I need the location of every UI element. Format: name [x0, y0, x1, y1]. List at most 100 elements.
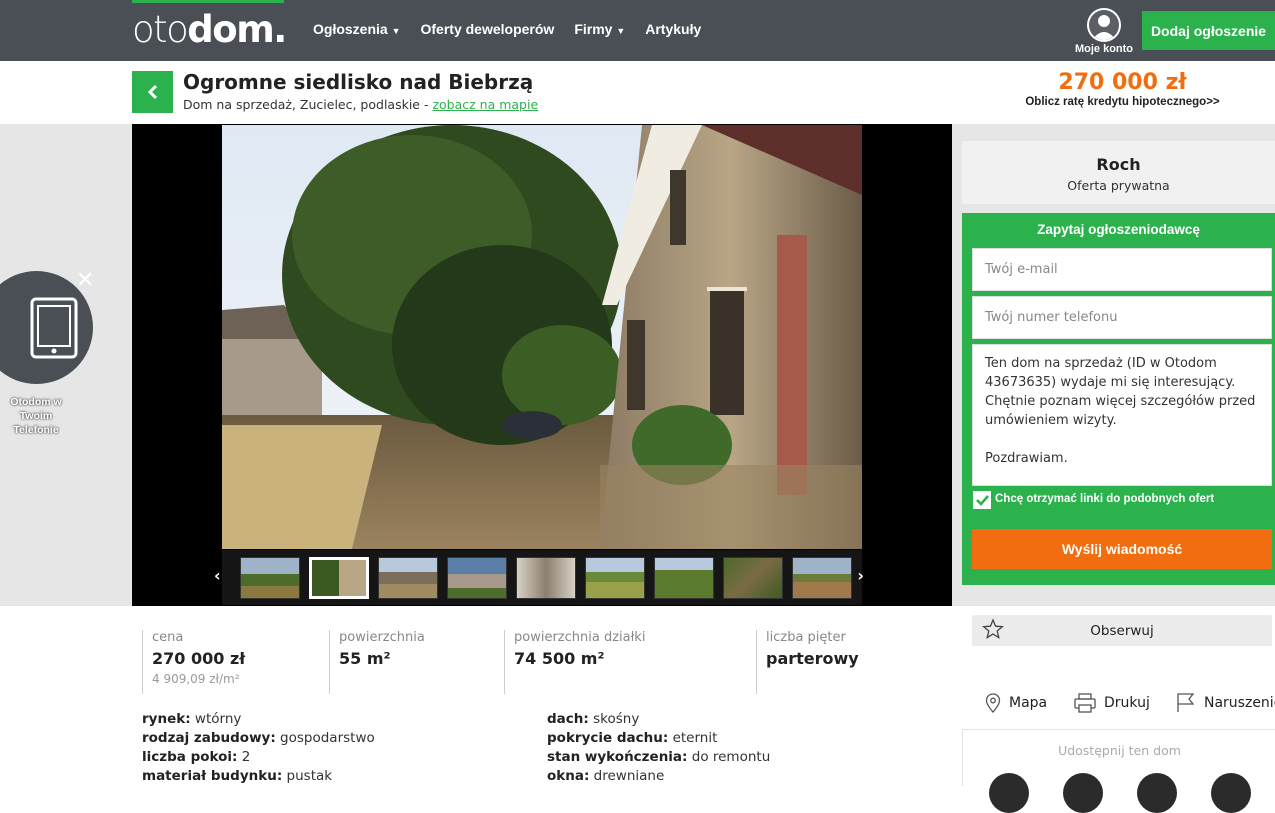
subtitle-text: Dom na sprzedaż, Zucielec, podlaskie -	[183, 97, 433, 112]
detail-key: dach:	[547, 711, 589, 727]
nav-menu: Ogłoszenia ▼ Oferty deweloperów Firmy ▼ …	[313, 21, 701, 37]
print-action[interactable]: Drukuj	[1074, 693, 1150, 713]
mortgage-calc-link[interactable]: Oblicz ratę kredytu hipotecznego>>	[1000, 96, 1245, 108]
listing-subtitle: Dom na sprzedaż, Zucielec, podlaskie - z…	[183, 97, 538, 112]
send-message-button[interactable]: Wyślij wiadomość	[972, 529, 1272, 569]
detail-value: wtórny	[194, 711, 242, 727]
map-link[interactable]: zobacz na mapie	[432, 97, 538, 112]
thumbnail-list	[240, 557, 852, 599]
print-action-label: Drukuj	[1104, 695, 1150, 711]
stat-value: 270 000 zł	[152, 649, 246, 668]
thumbnail-active[interactable]	[309, 557, 369, 599]
detail-key: rynek:	[142, 711, 191, 727]
logo-text-bold: dom.	[187, 8, 287, 51]
detail-key: pokrycie dachu:	[547, 730, 669, 746]
checkbox-label: Chcę otrzymać linki do podobnych ofert	[995, 493, 1215, 505]
detail-row: rynek: wtórny	[142, 710, 375, 729]
facebook-icon[interactable]	[1063, 773, 1103, 813]
detail-row: liczba pokoi: 2	[142, 748, 375, 767]
detail-value: skośny	[593, 711, 640, 727]
nav-accent-bar	[132, 0, 284, 3]
page-title: Ogromne siedlisko nad Biebrzą	[183, 70, 534, 94]
detail-row: okna: drewniane	[547, 767, 770, 786]
chevron-right-icon[interactable]: ›	[857, 566, 864, 585]
detail-value: gospodarstwo	[280, 730, 375, 746]
observe-button[interactable]: Obserwuj	[972, 615, 1272, 646]
stat-plot-area: powierzchnia działki 74 500 m²	[504, 630, 754, 694]
phone-field[interactable]: Twój numer telefonu	[972, 296, 1272, 339]
seller-card: Roch Oferta prywatna	[962, 141, 1275, 204]
listing-price: 270 000 zł	[1058, 70, 1187, 95]
detail-row: rodzaj zabudowy: gospodarstwo	[142, 729, 375, 748]
stat-label: liczba pięter	[766, 630, 846, 645]
share-box: Udostępnij ten dom	[962, 729, 1275, 813]
stat-area: powierzchnia 55 m²	[329, 630, 499, 694]
nav-item-label: Ogłoszenia	[313, 21, 388, 37]
message-textarea[interactable]: Ten dom na sprzedaż (ID w Otodom 4367363…	[972, 344, 1272, 486]
detail-row: dach: skośny	[547, 710, 770, 729]
seller-type: Oferta prywatna	[1067, 178, 1170, 193]
thumbnail[interactable]	[516, 557, 576, 599]
detail-key: rodzaj zabudowy:	[142, 730, 276, 746]
thumbnail-strip: ‹ ›	[214, 550, 864, 605]
otodom-logo[interactable]: otodom.	[132, 8, 287, 51]
house-photo-image	[222, 125, 862, 549]
thumbnail[interactable]	[654, 557, 714, 599]
thumbnail[interactable]	[792, 557, 852, 599]
detail-key: okna:	[547, 768, 590, 784]
report-action[interactable]: Naruszenie	[1176, 693, 1275, 713]
details-left: rynek: wtórny rodzaj zabudowy: gospodars…	[142, 710, 375, 786]
contact-form: Zapytaj ogłoszeniodawcę Twój e-mail Twój…	[962, 213, 1275, 585]
tablet-icon	[30, 297, 77, 358]
share-title: Udostępnij ten dom	[1058, 743, 1181, 758]
map-pin-icon	[985, 693, 1001, 713]
thumbnail[interactable]	[378, 557, 438, 599]
photo-gallery: ‹ ›	[132, 124, 952, 606]
detail-value: drewniane	[593, 768, 665, 784]
stat-price: cena 270 000 zł 4 909,09 zł/m²	[142, 630, 322, 694]
back-button[interactable]	[132, 71, 173, 113]
main-photo[interactable]	[222, 125, 862, 549]
nav-item-artykuly[interactable]: Artykuły	[645, 21, 701, 37]
close-icon[interactable]: ✕	[76, 268, 94, 293]
detail-key: stan wykończenia:	[547, 749, 688, 765]
thumbnail[interactable]	[723, 557, 783, 599]
email-share-icon[interactable]	[1211, 773, 1251, 813]
thumbnail[interactable]	[240, 557, 300, 599]
account-label: Moje konto	[1074, 43, 1134, 55]
thumbnail[interactable]	[585, 557, 645, 599]
add-listing-button[interactable]: Dodaj ogłoszenie	[1142, 11, 1275, 50]
nav-item-ogloszenia[interactable]: Ogłoszenia ▼	[313, 21, 401, 37]
stat-value: parterowy	[766, 649, 859, 668]
detail-row: pokrycie dachu: eternit	[547, 729, 770, 748]
email-field[interactable]: Twój e-mail	[972, 248, 1272, 291]
account-menu[interactable]: Moje konto	[1068, 8, 1140, 55]
chevron-left-icon	[147, 84, 157, 100]
observe-label: Obserwuj	[1090, 623, 1154, 639]
promo-text: Otodom w Twoim Telefonie	[10, 396, 62, 436]
checkmark-icon	[975, 494, 989, 506]
map-action[interactable]: Mapa	[985, 693, 1047, 713]
google-plus-icon[interactable]	[1137, 773, 1177, 813]
contact-form-title: Zapytaj ogłoszeniodawcę	[1037, 222, 1200, 237]
nav-item-firmy[interactable]: Firmy ▼	[574, 21, 625, 37]
similar-offers-checkbox[interactable]	[973, 491, 991, 509]
detail-value: 2	[241, 749, 251, 765]
thumbnail[interactable]	[447, 557, 507, 599]
user-avatar-icon	[1087, 8, 1121, 42]
detail-key: liczba pokoi:	[142, 749, 238, 765]
printer-icon	[1074, 693, 1096, 713]
caret-down-icon: ▼	[391, 26, 401, 36]
stat-sub: 4 909,09 zł/m²	[152, 672, 240, 686]
detail-row: materiał budynku: pustak	[142, 767, 375, 786]
twitter-icon[interactable]	[989, 773, 1029, 813]
detail-value: do remontu	[691, 749, 771, 765]
stat-floors: liczba pięter parterowy	[756, 630, 946, 694]
stat-value: 74 500 m²	[514, 649, 605, 668]
map-action-label: Mapa	[1009, 695, 1048, 711]
seller-name: Roch	[1096, 155, 1141, 174]
nav-item-oferty-deweloperow[interactable]: Oferty deweloperów	[421, 21, 555, 37]
detail-key: materiał budynku:	[142, 768, 283, 784]
detail-value: pustak	[286, 768, 333, 784]
chevron-left-icon[interactable]: ‹	[214, 566, 221, 585]
